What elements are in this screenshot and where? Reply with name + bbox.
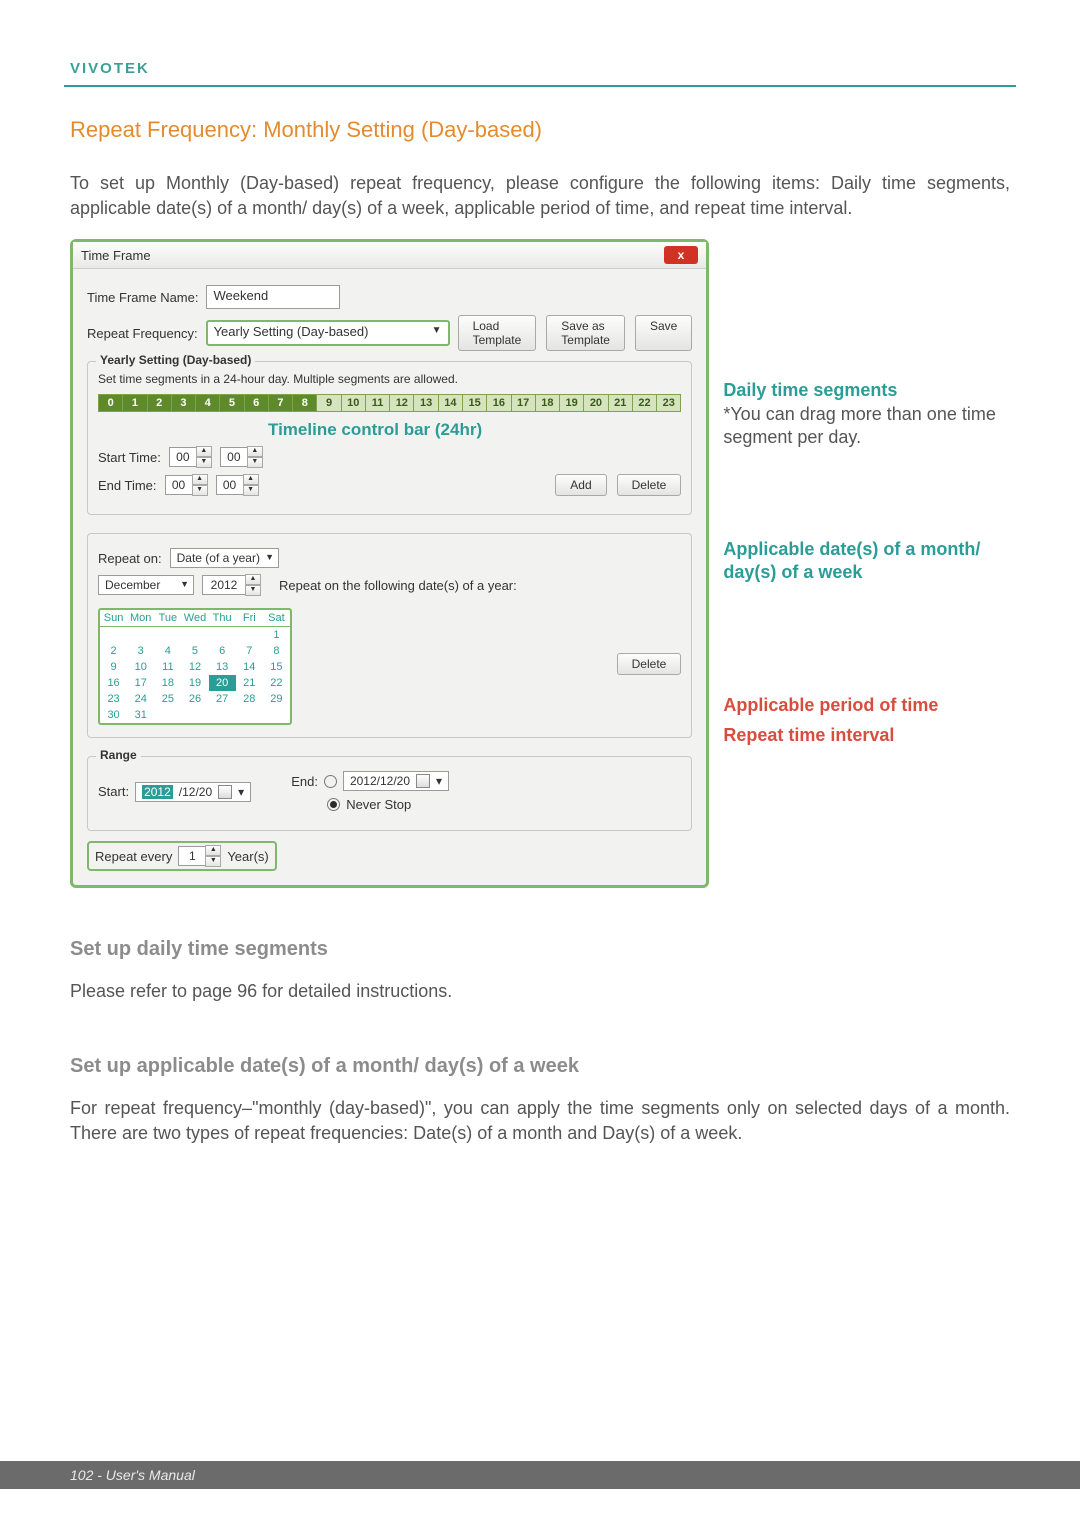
intro-paragraph: To set up Monthly (Day-based) repeat fre… bbox=[70, 171, 1010, 221]
year-stepper[interactable]: 2012▲▼ bbox=[202, 574, 261, 596]
yearly-hint: Set time segments in a 24-hour day. Mult… bbox=[98, 372, 681, 386]
delete-button[interactable]: Delete bbox=[617, 474, 682, 496]
range-start-input[interactable]: 2012/12/20 ▾ bbox=[135, 782, 251, 802]
section-heading: Repeat Frequency: Monthly Setting (Day-b… bbox=[70, 117, 1010, 143]
range-end-input[interactable]: 2012/12/20 ▾ bbox=[343, 771, 449, 791]
tf-name-input[interactable]: Weekend bbox=[206, 285, 340, 309]
month-dropdown[interactable]: December bbox=[98, 575, 194, 595]
range-end-label: End: bbox=[291, 774, 318, 789]
yearly-setting-block: Yearly Setting (Day-based) Set time segm… bbox=[87, 361, 692, 515]
subheading-daily: Set up daily time segments bbox=[70, 938, 1010, 961]
brand-name: VIVOTEK bbox=[70, 60, 1010, 77]
repeat-on-block: Repeat on: Date (of a year) December 201… bbox=[87, 533, 692, 738]
time-frame-dialog: Time Frame x Time Frame Name: Weekend Re… bbox=[70, 239, 709, 888]
add-button[interactable]: Add bbox=[555, 474, 606, 496]
close-icon[interactable]: x bbox=[664, 246, 699, 264]
range-legend: Range bbox=[96, 748, 141, 762]
never-stop-radio[interactable] bbox=[327, 798, 340, 811]
dialog-title: Time Frame bbox=[81, 248, 151, 263]
callout-daily-note: *You can drag more than one time segment… bbox=[723, 403, 1010, 450]
yearly-legend: Yearly Setting (Day-based) bbox=[96, 353, 255, 367]
end-hour-stepper[interactable]: 00▲▼ bbox=[165, 474, 208, 496]
end-time-label: End Time: bbox=[98, 478, 157, 493]
delete-date-button[interactable]: Delete bbox=[617, 653, 682, 675]
start-hour-stepper[interactable]: 00▲▼ bbox=[169, 446, 212, 468]
page-footer: 102 - User's Manual bbox=[0, 1461, 1080, 1489]
repeat-every-unit: Year(s) bbox=[227, 849, 268, 864]
end-date-radio[interactable] bbox=[324, 775, 337, 788]
range-start-label: Start: bbox=[98, 784, 129, 799]
rf-label: Repeat Frequency: bbox=[87, 326, 198, 341]
callout-applicable-dates: Applicable date(s) of a month/ day(s) of… bbox=[723, 538, 1010, 585]
save-as-template-button[interactable]: Save as Template bbox=[546, 315, 625, 351]
calendar-icon[interactable] bbox=[218, 785, 232, 799]
callout-period: Applicable period of time bbox=[723, 694, 1010, 717]
timeline-caption: Timeline control bar (24hr) bbox=[268, 420, 681, 440]
start-min-stepper[interactable]: 00▲▼ bbox=[220, 446, 263, 468]
repeat-on-label: Repeat on: bbox=[98, 551, 162, 566]
repeat-on-dropdown[interactable]: Date (of a year) bbox=[170, 548, 279, 568]
end-min-stepper[interactable]: 00▲▼ bbox=[216, 474, 259, 496]
header-divider bbox=[64, 85, 1016, 87]
rf-dropdown[interactable]: Yearly Setting (Day-based) bbox=[206, 320, 450, 346]
repeat-on-hint: Repeat on the following date(s) of a yea… bbox=[279, 578, 517, 593]
paragraph-applicable: For repeat frequency–"monthly (day-based… bbox=[70, 1096, 1010, 1146]
start-time-label: Start Time: bbox=[98, 450, 161, 465]
callout-daily-title: Daily time segments bbox=[723, 379, 1010, 402]
save-button[interactable]: Save bbox=[635, 315, 692, 351]
repeat-every-row: Repeat every 1▲▼ Year(s) bbox=[87, 841, 277, 871]
range-block: Range Start: 2012/12/20 ▾ End: bbox=[87, 756, 692, 831]
never-stop-label: Never Stop bbox=[346, 797, 411, 812]
callout-interval: Repeat time interval bbox=[723, 724, 1010, 747]
calendar[interactable]: SunMonTueWedThuFriSat ......123456789101… bbox=[98, 608, 292, 725]
calendar-icon[interactable] bbox=[416, 774, 430, 788]
tf-name-label: Time Frame Name: bbox=[87, 290, 198, 305]
subheading-applicable: Set up applicable date(s) of a month/ da… bbox=[70, 1055, 1010, 1078]
repeat-every-label: Repeat every bbox=[95, 849, 172, 864]
paragraph-daily: Please refer to page 96 for detailed ins… bbox=[70, 979, 1010, 1004]
load-template-button[interactable]: Load Template bbox=[458, 315, 537, 351]
timeline-bar[interactable]: 01234567891011121314151617181920212223 bbox=[98, 394, 681, 412]
repeat-every-stepper[interactable]: 1▲▼ bbox=[178, 845, 221, 867]
